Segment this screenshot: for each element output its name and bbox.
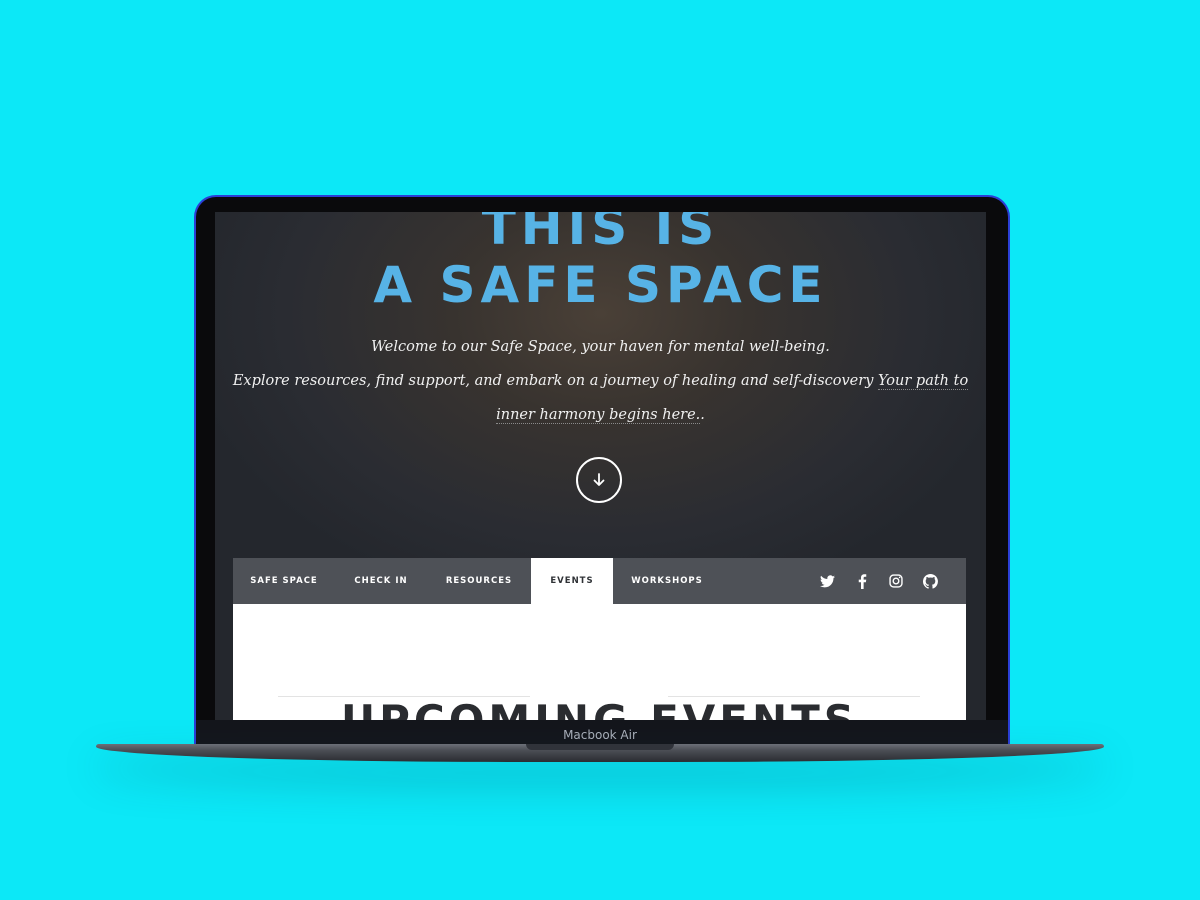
content-section: UPCOMING EVENTS [233,604,966,720]
hero-intro-text: Welcome to our Safe Space, your haven fo… [371,339,830,355]
nav-item-resources[interactable]: RESOURCES [427,558,531,604]
section-title: UPCOMING EVENTS [233,700,966,721]
hero-intro-text: Explore resources, find support, and emb… [232,373,878,389]
nav-item-check-in[interactable]: CHECK IN [335,558,427,604]
facebook-icon[interactable] [854,573,870,589]
nav-item-workshops[interactable]: WORKSHOPS [613,558,721,604]
hero-intro-line2: Explore resources, find support, and emb… [215,373,986,390]
hero-link[interactable]: Your path to [878,373,969,390]
nav-item-safe-space[interactable]: SAFE SPACE [233,558,335,604]
hero-link[interactable]: inner harmony begins here. [496,407,701,424]
hero-intro-line3: inner harmony begins here.. [215,407,986,424]
arrow-down-icon [593,473,605,486]
github-icon[interactable] [922,573,938,589]
hero-intro-line1: Welcome to our Safe Space, your haven fo… [215,339,986,355]
hero-title-line2: A SAFE SPACE [373,256,828,314]
laptop-screen: THIS IS A SAFE SPACE Welcome to our Safe… [215,212,986,720]
twitter-icon[interactable] [819,573,835,589]
instagram-icon[interactable] [888,573,904,589]
main-nav: SAFE SPACE CHECK IN RESOURCES EVENTS WOR… [233,558,966,604]
scroll-down-button[interactable] [576,457,622,503]
hero-title-line1: THIS IS [481,212,720,256]
laptop-notch [526,744,674,750]
hero-intro-suffix: . [700,407,705,423]
nav-item-events[interactable]: EVENTS [531,558,613,604]
device-label: Macbook Air [563,728,637,742]
